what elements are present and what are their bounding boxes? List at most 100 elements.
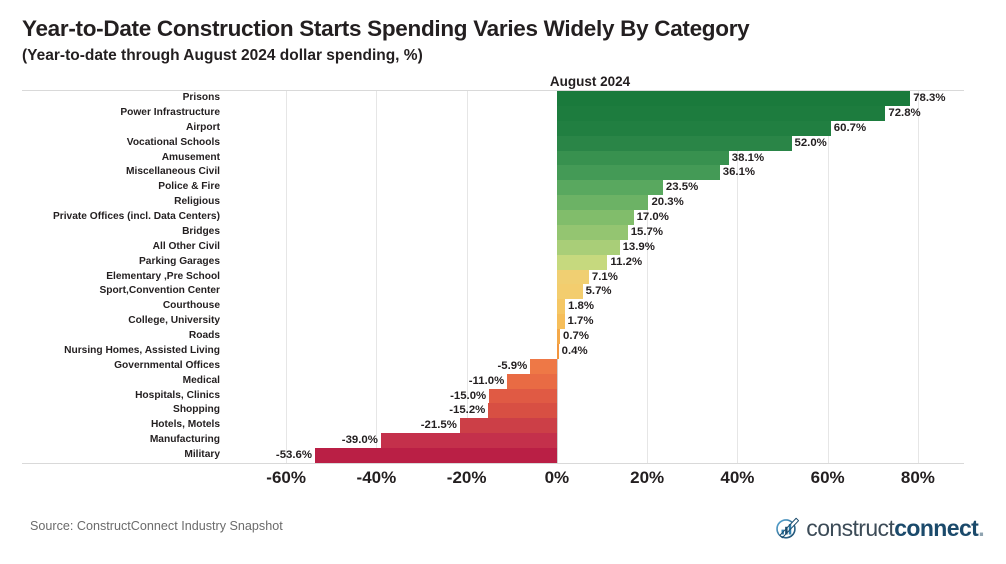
- category-label: Governmental Offices: [114, 359, 220, 371]
- series-header-label: August 2024: [549, 74, 631, 89]
- value-label: -53.6%: [275, 449, 312, 462]
- bar-row: College, University 1.7%: [0, 314, 1006, 330]
- category-label: Hotels, Motels: [150, 419, 220, 431]
- value-label: 17.0%: [636, 211, 669, 224]
- bar-row: Power Infrastructure 72.8%: [0, 105, 1006, 121]
- category-label: Miscellaneous Civil: [126, 166, 220, 178]
- bar: [556, 135, 792, 151]
- source-note: Source: ConstructConnect Industry Snapsh…: [30, 519, 283, 533]
- bar: [556, 314, 565, 330]
- value-label: 52.0%: [794, 136, 827, 149]
- category-label: Amusement: [161, 151, 220, 163]
- bar-row: Prisons 78.3%: [0, 91, 1006, 106]
- bar: [556, 284, 583, 300]
- category-label: Parking Garages: [139, 255, 220, 267]
- bar: [556, 150, 729, 166]
- bar-row: All Other Civil 13.9%: [0, 239, 1006, 255]
- x-tick-label: 40%: [720, 468, 755, 487]
- bar-row: Police & Fire 23.5%: [0, 180, 1006, 196]
- category-label: Sport,Convention Center: [99, 285, 220, 297]
- bar: [556, 343, 559, 359]
- category-label: Prisons: [182, 92, 220, 103]
- bar-row: Miscellaneous Civil 36.1%: [0, 165, 1006, 181]
- logo-wordmark: constructconnect.: [806, 515, 984, 542]
- value-label: 15.7%: [630, 225, 664, 238]
- category-label: Military: [184, 449, 220, 461]
- bar: [507, 373, 557, 389]
- bar: [530, 358, 557, 374]
- page-subtitle: (Year-to-date through August 2024 dollar…: [22, 47, 423, 64]
- bar: [556, 299, 565, 315]
- category-label: All Other Civil: [152, 240, 220, 252]
- bar: [556, 105, 886, 121]
- category-label: Courthouse: [162, 300, 220, 312]
- value-label: -15.2%: [449, 404, 486, 417]
- x-tick-label: 60%: [810, 468, 845, 487]
- category-label: Manufacturing: [149, 434, 220, 446]
- bar-row: Airport 60.7%: [0, 120, 1006, 136]
- logo-text-dot: .: [978, 514, 984, 541]
- x-tick-label: 20%: [630, 468, 665, 487]
- bar-row: Sport,Convention Center 5.7%: [0, 284, 1006, 300]
- bar: [556, 329, 561, 344]
- category-label: Elementary ,Pre School: [106, 270, 220, 282]
- bar: [315, 448, 557, 463]
- value-label: 36.1%: [722, 166, 756, 179]
- bar: [556, 254, 608, 270]
- value-label: 78.3%: [913, 92, 946, 104]
- value-label: 38.1%: [731, 151, 765, 164]
- constructconnect-logo: constructconnect.: [775, 512, 985, 544]
- category-label: Private Offices (incl. Data Centers): [52, 211, 220, 223]
- bar: [556, 224, 628, 240]
- logo-text-bold: connect: [894, 514, 979, 541]
- category-label: Vocational Schools: [126, 136, 220, 148]
- value-label: 11.2%: [610, 255, 643, 268]
- value-label: 60.7%: [833, 121, 867, 134]
- value-label: -11.0%: [468, 374, 505, 387]
- category-label: College, University: [128, 315, 220, 327]
- bar: [556, 91, 911, 106]
- bar-row: Religious 20.3%: [0, 195, 1006, 211]
- bar: [489, 388, 557, 404]
- value-label: 13.9%: [622, 240, 655, 253]
- value-label: 5.7%: [585, 285, 612, 298]
- constructconnect-logo-icon: [776, 517, 800, 539]
- bar-row: Amusement 38.1%: [0, 150, 1006, 166]
- bar-rows: Prisons 78.3% Power Infrastructure 72.8% Air…: [0, 91, 1006, 463]
- x-tick-label: 80%: [900, 468, 935, 487]
- bar: [556, 120, 831, 136]
- x-tick-label: -20%: [446, 468, 487, 487]
- bar-row: Parking Garages 11.2%: [0, 254, 1006, 270]
- category-label: Roads: [188, 330, 220, 342]
- value-label: 0.4%: [561, 344, 588, 357]
- value-label: 1.8%: [567, 300, 594, 313]
- bar-row: Military -53.6%: [0, 448, 1006, 463]
- bar-row: Nursing Homes, Assisted Living 0.4%: [0, 343, 1006, 359]
- value-label: 1.7%: [567, 315, 594, 328]
- bar: [488, 403, 557, 419]
- bar-row: Roads 0.7%: [0, 329, 1006, 344]
- bar-row: Vocational Schools 52.0%: [0, 135, 1006, 151]
- bar-row: Hospitals, Clinics -15.0%: [0, 388, 1006, 404]
- value-label: -5.9%: [497, 359, 528, 372]
- bar: [556, 210, 634, 225]
- value-label: -21.5%: [420, 419, 457, 432]
- x-tick-label: 0%: [544, 468, 570, 487]
- bar-row: Private Offices (incl. Data Centers) 17.0…: [0, 210, 1006, 225]
- value-label: 7.1%: [591, 270, 618, 283]
- x-tick-label: -40%: [356, 468, 397, 487]
- bar: [556, 165, 720, 181]
- bar: [459, 418, 557, 434]
- bar: [556, 239, 620, 255]
- category-label: Airport: [186, 121, 220, 133]
- category-label: Nursing Homes, Assisted Living: [64, 344, 220, 356]
- category-label: Power Infrastructure: [120, 106, 220, 118]
- logo-text-light: construct: [806, 514, 895, 541]
- bar-row: Hotels, Motels -21.5%: [0, 418, 1006, 434]
- category-label: Shopping: [173, 404, 220, 416]
- bar: [556, 195, 649, 211]
- bar-row: Bridges 15.7%: [0, 224, 1006, 240]
- x-tick-label: -60%: [266, 468, 306, 487]
- category-label: Medical: [182, 374, 220, 386]
- category-label: Religious: [174, 196, 220, 208]
